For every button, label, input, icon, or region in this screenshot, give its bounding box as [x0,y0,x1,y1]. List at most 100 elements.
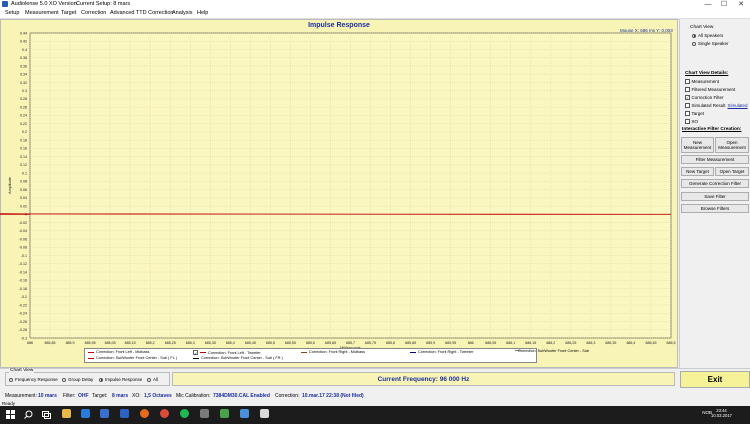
firefox-icon[interactable] [140,409,149,418]
close-icon[interactable]: ✕ [733,0,749,9]
correction-filter-checkbox[interactable]: ✓ Correction Filter [685,95,724,100]
x-tick-label: 686,3 [586,341,595,345]
y-tick-label: 0.22 [20,122,27,126]
legend-item[interactable]: Correction: SubWoofer Front Center - Sub… [88,356,177,360]
x-tick-label: 685,7 [346,341,355,345]
legend-checkbox[interactable]: ✓ [193,350,198,356]
legend-item[interactable]: ✓ Correction: Front Left - Tweeter [193,350,261,356]
radio-icon [692,41,696,46]
legend-label: Correction: SubWoofer Front Center - Sub… [96,356,178,360]
task-view-icon[interactable] [42,410,51,419]
impulse-response-plot[interactable]: 0.44 0.42 0.4 0.38 0.36 0.34 0.32 0.3 0.28 0.26 0.… [0,19,678,349]
y-tick-label: -0.22 [19,303,27,307]
radio-icon [62,377,66,382]
search-icon[interactable] [24,410,33,419]
measurement-checkbox[interactable]: Measurement [685,79,719,84]
legend-item[interactable]: Correction: Front Right - Midbass [301,350,365,354]
xo-checkbox[interactable]: XO [685,119,698,124]
browse-filters-button[interactable]: Browse Filters [681,204,749,213]
x-tick-label: 685,5 [266,341,275,345]
y-tick-label: 0.34 [20,73,27,77]
x-tick-label: 685,4 [226,341,235,345]
x-tick-label: 686,45 [645,341,656,345]
app-window-icon[interactable] [260,409,269,418]
checkbox-label: Simulated Result [691,103,726,108]
open-measurement-button[interactable]: Open Measurement [715,137,749,153]
app-icon-blue[interactable] [120,409,129,418]
group-delay-radio[interactable]: Group Delay [62,377,93,382]
green-app-icon[interactable] [220,409,229,418]
x-tick-label: 685,65 [325,341,336,345]
menu-analysis[interactable]: Analysis [172,10,192,16]
single-speaker-radio[interactable]: Single Speaker [692,41,729,46]
chrome-icon[interactable] [160,409,169,418]
filter-measurement-button[interactable]: Filter Measurement [681,155,749,164]
x-tick-label: 686,4 [626,341,635,345]
legend-item[interactable]: Correction: Front Left - Midbass [88,350,149,354]
y-tick-label: 0.04 [20,196,27,200]
x-tick-label: 686,2 [546,341,555,345]
target-checkbox[interactable]: Target [685,111,704,116]
impulse-response-radio[interactable]: Impulse Response [99,377,142,382]
filtered-measurement-checkbox[interactable]: Filtered Measurement [685,87,735,92]
x-tick-label: 685,15 [125,341,136,345]
x-tick-label: 686,5 [667,341,676,345]
filter-label: Filter: [63,393,76,399]
x-tick-label: 686,25 [565,341,576,345]
menu-correction[interactable]: Correction [81,10,106,16]
y-tick-label: -0.14 [19,270,27,274]
store-icon[interactable] [81,409,90,418]
clock-date: 10.03.2017 [711,413,732,418]
xo-value: 1,5 Octaves [144,393,172,399]
windows-start-icon[interactable] [6,410,15,419]
x-tick-label: 685,55 [285,341,296,345]
legend-item[interactable]: Correction: Front Right - Tweeter [410,350,473,354]
legend-swatch [410,351,416,353]
y-axis-label: Amplitude [8,177,12,194]
menu-advanced-ttd[interactable]: Advanced TTD Correction [110,10,173,16]
x-tick-label: 685,45 [245,341,256,345]
menu-setup[interactable]: Setup [5,10,19,16]
new-measurement-button[interactable]: New Measurement [681,137,714,153]
radio-label: Impulse Response [105,377,143,382]
simulated-result-checkbox[interactable]: Simulated Result Simulated [685,103,748,108]
all-radio[interactable]: All [147,377,158,382]
spotify-icon[interactable] [180,409,189,418]
y-tick-label: 0.42 [20,40,27,44]
legend-overflow-label: Correction: SubWoofer Front Center - Sub [518,349,590,353]
mail-icon[interactable] [100,409,109,418]
minimize-icon[interactable]: — [700,0,716,9]
y-tick-label: 0.24 [20,114,27,118]
ifc-title: Interactive Filter Creation: [682,127,742,132]
checkbox-label: XO [691,119,699,124]
measurement-label: Measurement: [5,393,37,399]
legend-label: Correction: SubWoofer Front Center - Sub… [201,356,283,360]
y-tick-label: 0.1 [22,171,27,175]
menu-target[interactable]: Target [61,10,76,16]
new-target-button[interactable]: New Target [681,167,714,176]
menu-help[interactable]: Help [197,10,208,16]
y-tick-label: 0.4 [22,48,27,52]
legend-item[interactable]: Correction: SubWoofer Front Center - Sub… [193,356,283,360]
audiolense-taskbar-icon[interactable] [240,409,249,418]
file-explorer-icon[interactable] [62,409,71,418]
all-speakers-radio[interactable]: All Speakers [692,33,723,38]
maximize-icon[interactable]: ☐ [716,0,732,9]
y-tick-label: -0.04 [19,229,27,233]
radio-label: Frequency Response [15,377,58,382]
exit-button[interactable]: Exit [680,371,750,388]
media-icon[interactable] [200,409,209,418]
checkbox-label: Correction Filter [691,95,724,100]
generate-correction-filter-button[interactable]: Generate Correction Filter [681,179,749,188]
x-tick-label: 685,85 [405,341,416,345]
checkbox-icon [685,103,690,108]
details-title: Chart View Details: [685,71,729,76]
save-filter-button[interactable]: Save Filter [681,192,749,201]
open-target-button[interactable]: Open Target [715,167,749,176]
simulated-link[interactable]: Simulated [728,103,748,108]
x-tick-label: 686,05 [105,341,116,345]
frequency-response-radio[interactable]: Frequency Response [9,377,58,382]
menu-measurement[interactable]: Measurement [25,10,59,16]
checkbox-icon [685,119,690,124]
clock[interactable]: 23:44 10.03.2017 [711,408,732,418]
